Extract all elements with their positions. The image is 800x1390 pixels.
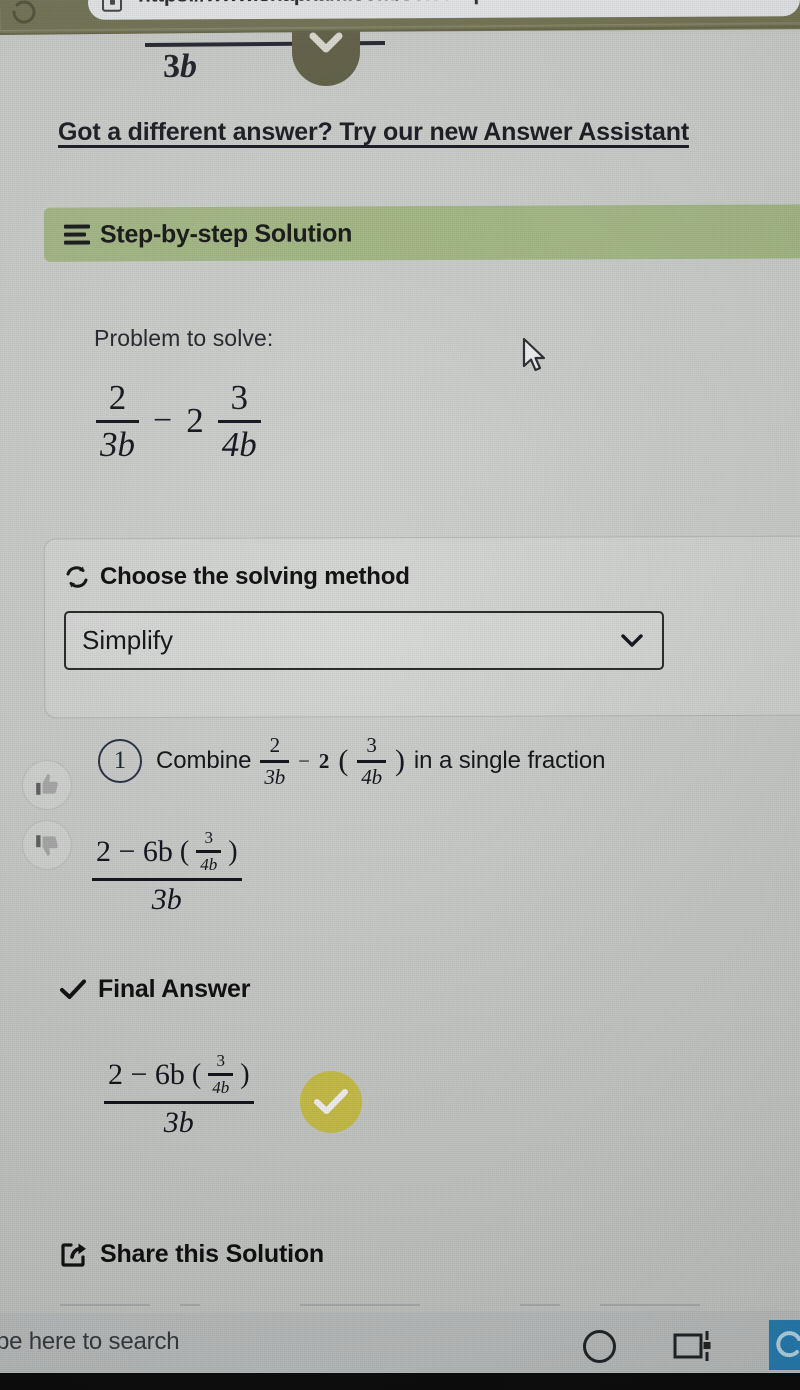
task-view-icon[interactable] <box>672 1328 714 1364</box>
step-1-result: 2 − 6b ( 3 4b ) 3b <box>92 828 242 916</box>
fraction-numerator: 2 <box>108 378 127 417</box>
chevron-down-icon <box>621 633 643 647</box>
result-denominator: 3b <box>151 882 182 916</box>
cortana-circle-icon[interactable] <box>583 1330 616 1363</box>
screen-bezel <box>0 1373 800 1390</box>
fraction-numerator: 3 <box>216 1051 226 1070</box>
step-by-step-header[interactable]: Step-by-step Solution <box>43 204 800 262</box>
solving-method-value: Simplify <box>82 625 174 655</box>
step-fraction-b: 3 4b <box>357 733 387 789</box>
page-content: 3b Got a different answer? Try our new A… <box>0 28 800 1318</box>
fraction-numerator: 3 <box>230 378 248 417</box>
taskbar-search-box[interactable]: pe here to search <box>0 1328 180 1356</box>
fraction-denominator: 4b <box>212 1078 230 1098</box>
inner-fraction: 3 4b <box>208 1051 234 1098</box>
answer-numerator: 2 − 6b ( 3 4b ) <box>108 1051 250 1098</box>
fraction-denominator: 4b <box>361 764 383 789</box>
fraction-bar <box>208 1073 234 1077</box>
solving-method-title: Choose the solving method <box>64 563 410 591</box>
fraction-denominator: 3b <box>264 764 286 789</box>
fraction-bar <box>92 877 242 881</box>
site-info-icon[interactable] <box>101 0 123 12</box>
numerator-left: 2 − 6b <box>108 1057 185 1091</box>
fraction-bar <box>96 419 139 423</box>
chevron-down-icon <box>309 32 343 53</box>
thumbs-up-button[interactable] <box>22 760 72 810</box>
check-icon <box>60 979 86 999</box>
partial-fraction-denominator: 3b <box>163 48 197 85</box>
answer-verified-badge <box>300 1071 362 1133</box>
problem-fraction-2: 3 4b <box>217 378 261 464</box>
edge-browser-icon[interactable] <box>769 1320 800 1370</box>
step-fraction-a: 2 3b <box>260 733 290 789</box>
method-title-text: Choose the solving method <box>100 563 410 590</box>
problem-expression: 2 3b − 2 3 4b <box>96 379 261 464</box>
thumbs-up-icon <box>36 774 58 795</box>
url-text: https://www.snapxam.com/solver?p=%5Cfrac… <box>138 0 681 8</box>
inner-fraction: 3 4b <box>196 828 222 875</box>
fraction-numerator: 3 <box>366 733 377 757</box>
numerator-left: 2 − 6b <box>96 834 173 868</box>
solving-method-select[interactable]: Simplify <box>64 611 664 670</box>
solution-step-1: 1 Combine 2 3b − 2 ( 3 4b ) in a single … <box>98 734 605 788</box>
fraction-bar <box>217 419 261 423</box>
thumbs-down-icon <box>36 835 58 856</box>
fraction-denominator: 3b <box>100 424 135 464</box>
final-answer-expression: 2 − 6b ( 3 4b ) 3b <box>104 1051 254 1139</box>
final-answer-title-text: Final Answer <box>98 975 251 1003</box>
fraction-bar <box>196 850 222 854</box>
fraction-denominator: 4b <box>200 855 218 875</box>
share-icon <box>61 1242 86 1267</box>
step-header-title: Step-by-step Solution <box>99 218 353 248</box>
problem-coefficient: 2 <box>186 401 204 441</box>
step-text-after: in a single fraction <box>413 747 606 775</box>
result-numerator: 2 − 6b ( 3 4b ) <box>96 828 238 875</box>
answer-assistant-link[interactable]: Got a different answer? Try our new Answ… <box>58 118 689 147</box>
minus-operator: − <box>153 402 173 440</box>
fraction-numerator: 2 <box>269 733 281 757</box>
minus-operator: − <box>298 748 310 773</box>
step-text-before: Combine <box>156 747 252 775</box>
share-solution-button[interactable]: Share this Solution <box>60 1240 324 1269</box>
reload-icon[interactable] <box>8 0 40 28</box>
problem-fraction-1: 2 3b <box>96 379 139 464</box>
step-coefficient: 2 <box>318 748 330 773</box>
step-description: Combine 2 3b − 2 ( 3 4b ) in a single fr… <box>156 733 606 789</box>
hamburger-menu-icon[interactable] <box>63 224 91 245</box>
fraction-bar <box>357 759 387 763</box>
answer-denominator: 3b <box>163 1105 194 1139</box>
step-number-badge: 1 <box>98 739 142 784</box>
fraction-numerator: 3 <box>204 828 214 847</box>
fraction-denominator: 4b <box>221 424 257 464</box>
scroll-down-chevron-button[interactable] <box>292 28 360 86</box>
check-circle-icon <box>314 1089 348 1114</box>
fraction-bar <box>104 1100 254 1104</box>
vote-buttons <box>22 760 72 880</box>
problem-label: Problem to solve: <box>94 325 274 351</box>
thumbs-down-button[interactable] <box>22 820 72 870</box>
mouse-cursor <box>522 337 546 372</box>
photographed-screen: https://www.snapxam.com/solver?p=%5Cfrac… <box>0 0 800 1390</box>
fraction-bar <box>260 759 290 763</box>
refresh-icon <box>66 566 88 588</box>
final-answer-title: Final Answer <box>60 975 250 1004</box>
share-solution-text: Share this Solution <box>100 1240 324 1268</box>
